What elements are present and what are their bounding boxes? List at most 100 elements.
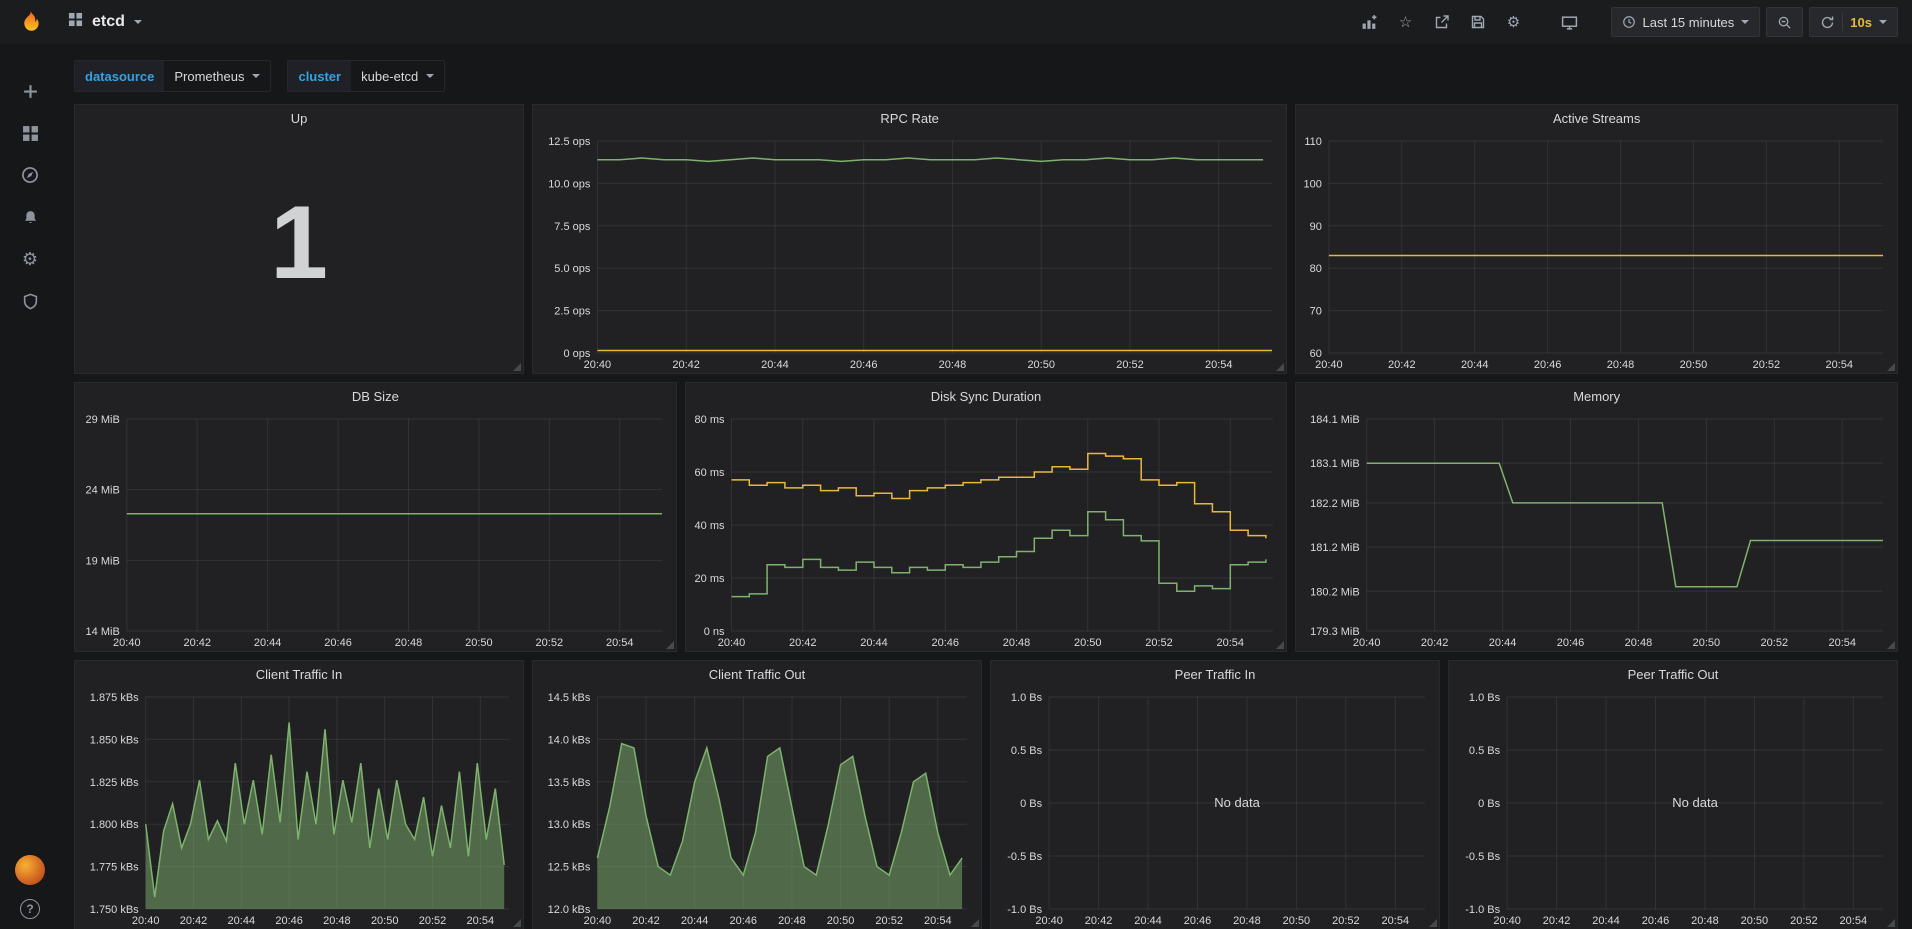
panel-title[interactable]: RPC Rate bbox=[533, 105, 1286, 133]
svg-text:20:42: 20:42 bbox=[1421, 637, 1449, 649]
panel-resize-handle[interactable] bbox=[1276, 363, 1284, 371]
dashboard-settings-button[interactable]: ⚙ bbox=[1499, 7, 1529, 37]
svg-text:20:44: 20:44 bbox=[1134, 915, 1162, 927]
svg-text:20:50: 20:50 bbox=[1693, 637, 1721, 649]
sidebar-item-create[interactable] bbox=[0, 70, 60, 112]
svg-text:20:46: 20:46 bbox=[1534, 359, 1562, 371]
variable-label: datasource bbox=[75, 61, 164, 91]
panel-resize-handle[interactable] bbox=[513, 363, 521, 371]
svg-text:20:50: 20:50 bbox=[465, 637, 493, 649]
panel-title[interactable]: Up bbox=[75, 105, 523, 133]
panel-title[interactable]: Client Traffic Out bbox=[533, 661, 981, 689]
svg-text:20:46: 20:46 bbox=[850, 359, 878, 371]
zoom-out-icon bbox=[1777, 15, 1792, 30]
star-button[interactable]: ☆ bbox=[1391, 7, 1421, 37]
chart-canvas[interactable]: 20:4020:4220:4420:4620:4820:5020:5220:54… bbox=[1296, 133, 1897, 373]
panel-resize-handle[interactable] bbox=[1887, 641, 1895, 649]
user-avatar[interactable] bbox=[15, 855, 45, 885]
sidebar-item-explore[interactable] bbox=[0, 154, 60, 196]
chart-canvas[interactable]: 20:4020:4220:4420:4620:4820:5020:5220:54… bbox=[75, 689, 523, 929]
panel-resize-handle[interactable] bbox=[1887, 919, 1895, 927]
save-icon bbox=[1470, 14, 1486, 30]
panel-title[interactable]: DB Size bbox=[75, 383, 676, 411]
chart-canvas[interactable]: 20:4020:4220:4420:4620:4820:5020:5220:54… bbox=[686, 411, 1287, 651]
chart-canvas[interactable]: 20:4020:4220:4420:4620:4820:5020:5220:54… bbox=[533, 689, 981, 929]
svg-text:-1.0 Bs: -1.0 Bs bbox=[1007, 904, 1042, 916]
panel-title[interactable]: Memory bbox=[1296, 383, 1897, 411]
svg-text:12.5 ops: 12.5 ops bbox=[548, 136, 591, 148]
panel-resize-handle[interactable] bbox=[666, 641, 674, 649]
panel-client-traffic-in: Client Traffic In 20:4020:4220:4420:4620… bbox=[74, 660, 524, 929]
panel-resize-handle[interactable] bbox=[1887, 363, 1895, 371]
sidebar-item-server-admin[interactable] bbox=[0, 280, 60, 322]
svg-text:100: 100 bbox=[1304, 178, 1322, 190]
add-panel-button[interactable] bbox=[1355, 7, 1385, 37]
svg-text:20:42: 20:42 bbox=[789, 637, 817, 649]
gear-icon: ⚙ bbox=[22, 249, 38, 270]
svg-text:20:44: 20:44 bbox=[254, 637, 282, 649]
svg-text:20:46: 20:46 bbox=[931, 637, 959, 649]
refresh-picker[interactable]: 10s bbox=[1809, 7, 1898, 37]
svg-text:20:46: 20:46 bbox=[1184, 915, 1212, 927]
svg-text:20:54: 20:54 bbox=[1840, 915, 1868, 927]
svg-text:182.2 MiB: 182.2 MiB bbox=[1310, 498, 1360, 510]
chart-canvas[interactable]: 20:4020:4220:4420:4620:4820:5020:5220:54… bbox=[1296, 411, 1897, 651]
svg-text:20:54: 20:54 bbox=[1216, 637, 1244, 649]
cycle-view-button[interactable] bbox=[1555, 7, 1585, 37]
svg-text:20:48: 20:48 bbox=[395, 637, 423, 649]
time-range-picker[interactable]: Last 15 minutes bbox=[1611, 7, 1761, 37]
svg-text:20:50: 20:50 bbox=[1680, 359, 1708, 371]
svg-text:20:50: 20:50 bbox=[1283, 915, 1311, 927]
svg-text:20:44: 20:44 bbox=[681, 915, 709, 927]
svg-text:1.0 Bs: 1.0 Bs bbox=[1469, 692, 1501, 704]
variable-datasource[interactable]: datasource Prometheus bbox=[74, 60, 271, 92]
panel-title[interactable]: Disk Sync Duration bbox=[686, 383, 1287, 411]
svg-text:0.5 Bs: 0.5 Bs bbox=[1469, 745, 1501, 757]
sidebar-item-alerting[interactable] bbox=[0, 196, 60, 238]
svg-text:20:42: 20:42 bbox=[1543, 915, 1571, 927]
chart-canvas[interactable]: 20:4020:4220:4420:4620:4820:5020:5220:54… bbox=[1449, 689, 1897, 929]
chart-canvas[interactable]: 20:4020:4220:4420:4620:4820:5020:5220:54… bbox=[75, 411, 676, 651]
grafana-flame-icon bbox=[16, 8, 44, 36]
svg-text:20:46: 20:46 bbox=[324, 637, 352, 649]
dashboard-title[interactable]: etcd bbox=[92, 13, 125, 31]
svg-text:20:40: 20:40 bbox=[584, 359, 612, 371]
svg-text:20:40: 20:40 bbox=[1035, 915, 1063, 927]
svg-text:179.3 MiB: 179.3 MiB bbox=[1310, 626, 1360, 638]
zoom-out-button[interactable] bbox=[1766, 7, 1803, 37]
svg-text:181.2 MiB: 181.2 MiB bbox=[1310, 542, 1360, 554]
star-icon: ☆ bbox=[1399, 13, 1412, 31]
svg-text:No data: No data bbox=[1672, 795, 1718, 810]
chart-canvas[interactable]: 20:4020:4220:4420:4620:4820:5020:5220:54… bbox=[991, 689, 1439, 929]
help-button[interactable]: ? bbox=[20, 899, 40, 919]
save-button[interactable] bbox=[1463, 7, 1493, 37]
panel-title[interactable]: Active Streams bbox=[1296, 105, 1897, 133]
svg-text:12.0 kBs: 12.0 kBs bbox=[548, 904, 591, 916]
panel-peer-traffic-in: Peer Traffic In 20:4020:4220:4420:4620:4… bbox=[990, 660, 1440, 929]
sidebar-item-configuration[interactable]: ⚙ bbox=[0, 238, 60, 280]
svg-text:20:54: 20:54 bbox=[1826, 359, 1854, 371]
panel-rpc-rate: RPC Rate 20:4020:4220:4420:4620:4820:502… bbox=[532, 104, 1287, 374]
svg-text:1.775 kBs: 1.775 kBs bbox=[90, 862, 139, 874]
panel-title[interactable]: Client Traffic In bbox=[75, 661, 523, 689]
panel-resize-handle[interactable] bbox=[1429, 919, 1437, 927]
svg-text:80: 80 bbox=[1310, 263, 1322, 275]
svg-text:20:40: 20:40 bbox=[1353, 637, 1381, 649]
svg-text:-1.0 Bs: -1.0 Bs bbox=[1465, 904, 1500, 916]
variable-cluster[interactable]: cluster kube-etcd bbox=[287, 60, 445, 92]
svg-text:20:50: 20:50 bbox=[1741, 915, 1769, 927]
sidebar-item-dashboards[interactable] bbox=[0, 112, 60, 154]
svg-text:0 ns: 0 ns bbox=[703, 626, 724, 638]
grafana-logo[interactable] bbox=[0, 0, 60, 44]
svg-text:20:48: 20:48 bbox=[1625, 637, 1653, 649]
variable-value: Prometheus bbox=[174, 69, 244, 84]
panel-resize-handle[interactable] bbox=[971, 919, 979, 927]
share-button[interactable] bbox=[1427, 7, 1457, 37]
panel-title[interactable]: Peer Traffic In bbox=[991, 661, 1439, 689]
monitor-icon bbox=[1561, 14, 1578, 31]
panel-title[interactable]: Peer Traffic Out bbox=[1449, 661, 1897, 689]
chart-canvas[interactable]: 20:4020:4220:4420:4620:4820:5020:5220:54… bbox=[533, 133, 1286, 373]
panel-resize-handle[interactable] bbox=[513, 919, 521, 927]
panel-resize-handle[interactable] bbox=[1276, 641, 1284, 649]
svg-text:13.5 kBs: 13.5 kBs bbox=[548, 777, 591, 789]
